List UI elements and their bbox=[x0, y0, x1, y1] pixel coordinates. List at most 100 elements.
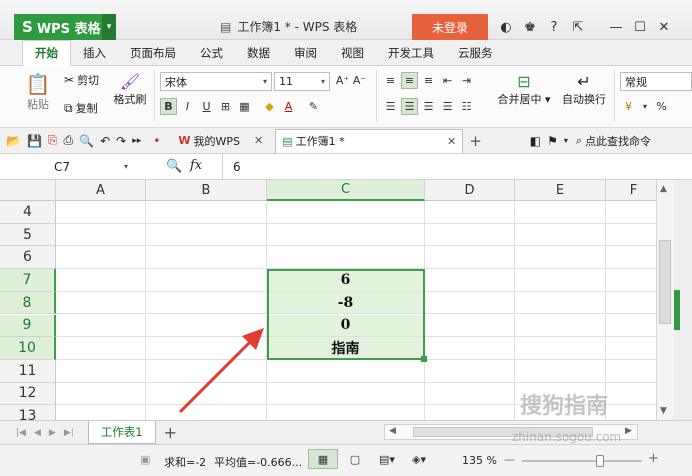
cell-c9[interactable]: 0 bbox=[267, 314, 425, 338]
restore-ribbon-icon[interactable]: ⇱ bbox=[566, 20, 590, 35]
cell-e8[interactable] bbox=[515, 291, 606, 315]
more-icon[interactable]: ▸▸ bbox=[132, 136, 141, 146]
cell-b4[interactable] bbox=[146, 201, 267, 224]
last-sheet-icon[interactable]: ▶| bbox=[64, 428, 74, 438]
column-header-c[interactable]: C bbox=[267, 180, 425, 201]
cell-e9[interactable] bbox=[515, 314, 606, 338]
login-button[interactable]: 未登录 bbox=[412, 14, 488, 40]
cell-a10[interactable] bbox=[56, 337, 146, 360]
cell-d5[interactable] bbox=[425, 223, 515, 247]
reading-mode-icon[interactable]: ◈▾ bbox=[404, 449, 434, 469]
scroll-right-icon[interactable]: ▶ bbox=[625, 426, 632, 436]
bold-icon[interactable]: B bbox=[160, 98, 177, 115]
column-header-f[interactable]: F bbox=[606, 180, 656, 201]
cell-b5[interactable] bbox=[146, 223, 267, 247]
open-folder-icon[interactable]: 📂 bbox=[6, 134, 21, 148]
cell-a11[interactable] bbox=[56, 359, 146, 383]
cell-a7[interactable] bbox=[56, 269, 146, 292]
cell-e5[interactable] bbox=[515, 223, 606, 247]
increase-font-icon[interactable]: A⁺ bbox=[334, 72, 351, 89]
export-pdf-icon[interactable]: ⎘ bbox=[48, 133, 58, 148]
skin-icon[interactable]: ◐ bbox=[494, 20, 518, 35]
macro-icon[interactable]: ▣ bbox=[140, 453, 150, 466]
formula-input[interactable]: 6 bbox=[222, 154, 692, 179]
zoom-slider[interactable] bbox=[522, 455, 642, 467]
cell-e11[interactable] bbox=[515, 359, 606, 383]
paste-button[interactable]: 📋 粘贴 bbox=[18, 72, 58, 112]
minimize-icon[interactable]: — bbox=[604, 20, 628, 35]
align-left-icon[interactable]: ☰ bbox=[382, 98, 399, 115]
row-header-5[interactable]: 5 bbox=[0, 223, 56, 247]
tab-view[interactable]: 视图 bbox=[329, 40, 376, 66]
cell-d9[interactable] bbox=[425, 314, 515, 338]
prev-sheet-icon[interactable]: ◀ bbox=[34, 428, 41, 438]
cell-f9[interactable] bbox=[606, 315, 656, 338]
app-menu-button[interactable]: S WPS 表格 ▾ bbox=[14, 14, 116, 40]
cell-a4[interactable] bbox=[56, 201, 146, 224]
cell-a6[interactable] bbox=[56, 246, 146, 270]
italic-icon[interactable]: I bbox=[179, 98, 196, 115]
cell-d13[interactable] bbox=[425, 405, 515, 420]
cell-c6[interactable] bbox=[267, 246, 425, 270]
column-header-b[interactable]: B bbox=[146, 180, 267, 201]
page-layout-view-icon[interactable]: ▢ bbox=[340, 449, 370, 469]
normal-view-icon[interactable]: ▦ bbox=[308, 449, 338, 469]
font-name-select[interactable]: 宋体 ▾ bbox=[160, 72, 272, 91]
flag-icon[interactable]: ⚑ bbox=[547, 134, 558, 148]
align-top-icon[interactable]: ≡ bbox=[382, 72, 399, 89]
wrap-text-button[interactable]: ↵ 自动换行 bbox=[558, 72, 610, 107]
sheet-tab[interactable]: 工作表1 bbox=[87, 421, 156, 444]
tab-insert[interactable]: 插入 bbox=[71, 40, 118, 66]
shirt-icon[interactable]: ♚ bbox=[518, 20, 542, 35]
cell-f4[interactable] bbox=[606, 201, 656, 224]
cell-f5[interactable] bbox=[606, 224, 656, 247]
zoom-formula-icon[interactable]: 🔍 bbox=[166, 159, 182, 174]
cell-f7[interactable] bbox=[606, 269, 656, 292]
select-all-corner[interactable] bbox=[0, 180, 56, 201]
cell-d12[interactable] bbox=[425, 382, 515, 406]
align-bottom-icon[interactable]: ≡ bbox=[420, 72, 437, 89]
cell-d11[interactable] bbox=[425, 359, 515, 383]
first-sheet-icon[interactable]: |◀ bbox=[16, 428, 26, 438]
tab-home[interactable]: 开始 bbox=[22, 39, 71, 66]
close-icon[interactable]: ✕ bbox=[447, 135, 456, 148]
row-header-10[interactable]: 10 bbox=[0, 337, 56, 360]
indent-decrease-icon[interactable]: ⇤ bbox=[439, 72, 456, 89]
customize-icon[interactable]: • bbox=[153, 134, 160, 148]
command-search[interactable]: ⌕ 点此查找命令 bbox=[576, 133, 651, 149]
side-panel-toggle[interactable] bbox=[674, 290, 680, 330]
indent-increase-icon[interactable]: ⇥ bbox=[458, 72, 475, 89]
cell-d4[interactable] bbox=[425, 201, 515, 224]
row-header-4[interactable]: 4 bbox=[0, 201, 56, 224]
format-painter-button[interactable]: 🖌 格式刷 bbox=[110, 72, 150, 107]
chevron-down-icon[interactable]: ▾ bbox=[641, 98, 649, 115]
column-header-e[interactable]: E bbox=[515, 180, 606, 201]
scrollbar-thumb[interactable] bbox=[659, 240, 671, 324]
cell-e10[interactable] bbox=[515, 337, 606, 360]
cell-c11[interactable] bbox=[267, 359, 425, 383]
tab-page-layout[interactable]: 页面布局 bbox=[118, 40, 188, 66]
add-sheet-icon[interactable]: + bbox=[164, 423, 177, 442]
row-header-6[interactable]: 6 bbox=[0, 246, 56, 270]
clear-format-icon[interactable]: ✎ bbox=[305, 98, 322, 115]
scroll-up-icon[interactable]: ▲ bbox=[660, 184, 667, 194]
fx-icon[interactable]: fx bbox=[190, 158, 202, 173]
redo-icon[interactable]: ↷ bbox=[116, 134, 126, 148]
tab-workbook[interactable]: ▤ 工作簿1 * ✕ bbox=[275, 128, 464, 153]
justify-icon[interactable]: ☰ bbox=[439, 98, 456, 115]
fill-color-icon[interactable]: ◆ bbox=[261, 98, 278, 115]
tab-review[interactable]: 审阅 bbox=[282, 40, 329, 66]
undo-icon[interactable]: ↶ bbox=[100, 134, 110, 148]
scroll-left-icon[interactable]: ◀ bbox=[389, 426, 396, 436]
cell-e7[interactable] bbox=[515, 269, 606, 292]
cell-b6[interactable] bbox=[146, 246, 267, 270]
zoom-slider-thumb[interactable] bbox=[596, 455, 604, 467]
tab-cloud[interactable]: 云服务 bbox=[446, 40, 505, 66]
cell-c7[interactable]: 6 bbox=[267, 269, 425, 292]
cell-f8[interactable] bbox=[606, 292, 656, 315]
help-icon[interactable]: ? bbox=[542, 20, 566, 35]
row-header-11[interactable]: 11 bbox=[0, 359, 56, 383]
cell-c8[interactable]: -8 bbox=[267, 291, 425, 315]
row-header-9[interactable]: 9 bbox=[0, 314, 56, 338]
column-header-d[interactable]: D bbox=[425, 180, 515, 201]
